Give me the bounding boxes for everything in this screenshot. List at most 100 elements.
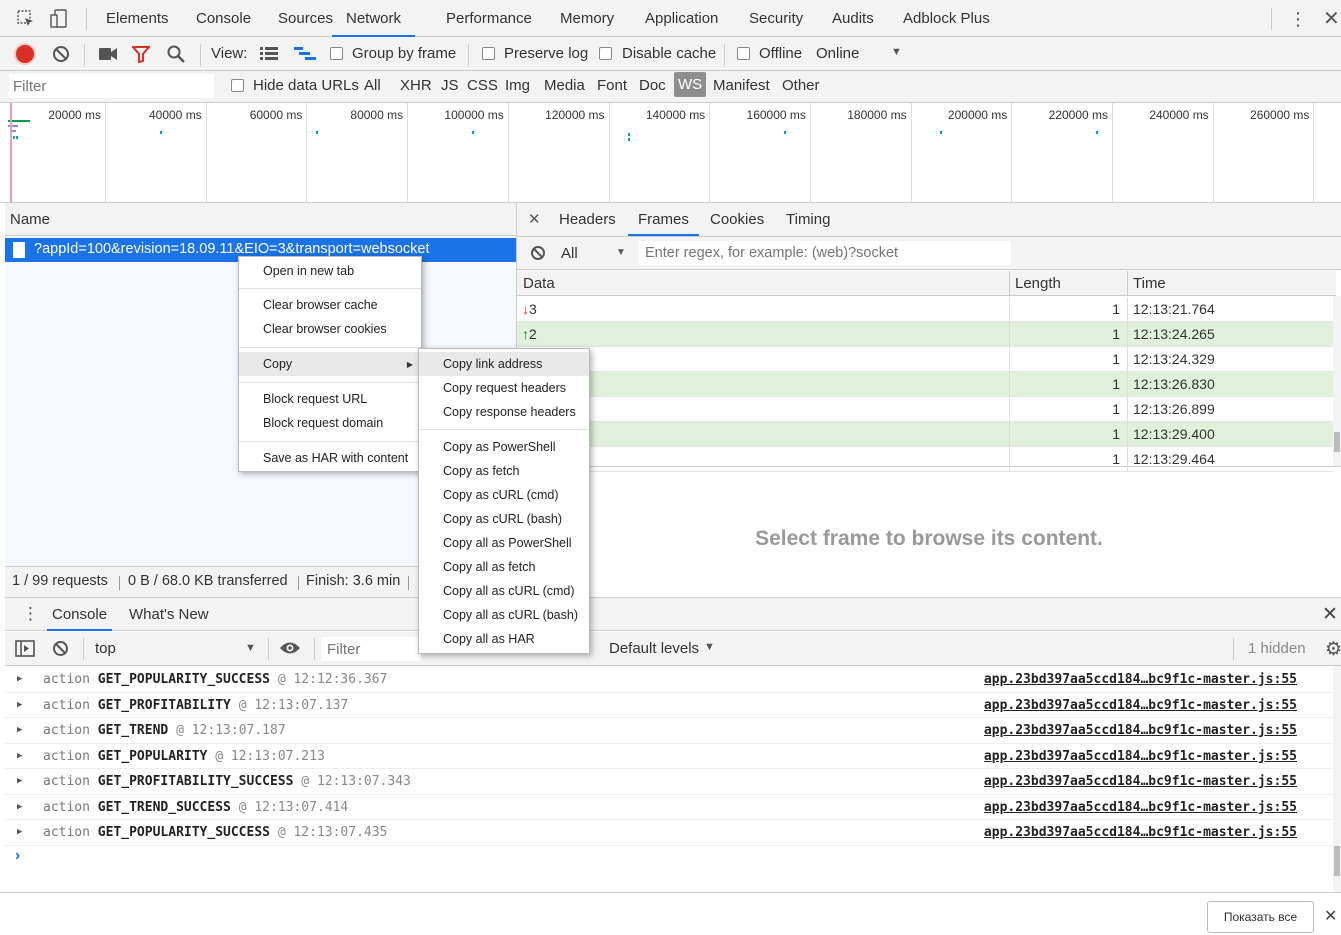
expand-triangle-icon[interactable]: ▶ [17,718,22,743]
source-link[interactable]: app.23bd397aa5ccd184…bc9f1c-master.js:55 [984,693,1297,718]
col-length[interactable]: Length [1015,275,1061,292]
filter-input[interactable] [9,74,214,98]
submenu-item-copy-all-as-fetch[interactable]: Copy all as fetch [419,555,589,579]
expand-triangle-icon[interactable]: ▶ [17,769,22,794]
chevron-down-icon[interactable]: ▼ [891,46,902,58]
console-message[interactable]: ▶ action GET_TREND_SUCCESS @ 12:13:07.414… [5,795,1335,820]
menu-item-block-request-domain[interactable]: Block request domain [239,411,421,435]
levels-chevron-icon[interactable]: ▼ [704,641,715,653]
tab-cookies[interactable]: Cookies [710,203,764,236]
context-chevron-icon[interactable]: ▼ [245,642,256,654]
frame-row[interactable]: 1 12:13:26.899 [517,397,1333,422]
large-rows-icon[interactable] [260,47,278,64]
source-link[interactable]: app.23bd397aa5ccd184…bc9f1c-master.js:55 [984,795,1297,820]
console-scrollbar[interactable] [1333,666,1341,892]
device-toolbar-icon[interactable] [50,9,68,31]
frames-type-select[interactable]: All [561,245,578,262]
type-filter-xhr[interactable]: XHR [400,77,432,94]
type-filter-media[interactable]: Media [544,77,585,94]
menu-item-block-request-url[interactable]: Block request URL [239,387,421,411]
tab-timing[interactable]: Timing [786,203,830,236]
close-drawer-icon[interactable]: ✕ [1322,603,1338,626]
type-filter-js[interactable]: JS [441,77,459,94]
submenu-item-copy-request-headers[interactable]: Copy request headers [419,376,589,400]
tab-network[interactable]: Network [332,0,416,37]
console-message[interactable]: ▶ action GET_POPULARITY_SUCCESS @ 12:12:3… [5,667,1335,693]
expand-triangle-icon[interactable]: ▶ [17,693,22,718]
source-link[interactable]: app.23bd397aa5ccd184…bc9f1c-master.js:55 [984,667,1297,692]
menu-item-copy[interactable]: Copy [239,352,421,376]
type-filter-manifest[interactable]: Manifest [713,77,770,94]
console-message[interactable]: ▶ action GET_TREND @ 12:13:07.187 app.23bd… [5,718,1335,744]
console-settings-gear-icon[interactable]: ⚙ [1325,638,1341,661]
tab-adblock-plus[interactable]: Adblock Plus [903,0,990,37]
tab-application[interactable]: Application [645,0,718,37]
frames-scrollbar[interactable] [1333,296,1341,466]
name-column-header[interactable]: Name [5,203,517,236]
tab-sources[interactable]: Sources [278,0,333,37]
drawer-tab-whats-new[interactable]: What's New [129,598,209,631]
select-chevron-icon[interactable]: ▼ [616,247,626,258]
tab-security[interactable]: Security [749,0,803,37]
inspect-element-icon[interactable] [17,10,35,31]
context-select[interactable]: top [95,640,116,657]
waterfall-icon[interactable] [294,47,316,64]
drawer-tab-console[interactable]: Console [47,598,113,631]
tab-memory[interactable]: Memory [560,0,614,37]
menu-item-clear-browser-cache[interactable]: Clear browser cache [239,293,421,317]
tab-audits[interactable]: Audits [832,0,874,37]
console-filter-input[interactable] [321,637,421,661]
source-link[interactable]: app.23bd397aa5ccd184…bc9f1c-master.js:55 [984,744,1297,769]
submenu-item-copy-all-as-powershell[interactable]: Copy all as PowerShell [419,531,589,555]
close-downloads-icon[interactable]: ✕ [1324,906,1337,926]
log-levels-select[interactable]: Default levels [609,640,699,657]
console-message[interactable]: ▶ action GET_PROFITABILITY @ 12:13:07.137… [5,693,1335,718]
offline-checkbox[interactable] [737,47,750,60]
clear-console-icon[interactable] [52,640,69,660]
screenshot-camera-icon[interactable] [98,47,118,64]
record-button[interactable] [16,45,34,63]
clear-frames-icon[interactable] [530,245,546,264]
live-expression-eye-icon[interactable] [279,641,301,658]
tab-console[interactable]: Console [196,0,251,37]
expand-triangle-icon[interactable]: ▶ [17,795,22,820]
tab-headers[interactable]: Headers [559,203,616,236]
expand-triangle-icon[interactable]: ▶ [17,744,22,769]
type-filter-doc[interactable]: Doc [639,77,666,94]
console-message[interactable]: ▶ action GET_PROFITABILITY_SUCCESS @ 12:1… [5,769,1335,795]
submenu-item-copy-as-fetch[interactable]: Copy as fetch [419,459,589,483]
type-filter-css[interactable]: CSS [467,77,498,94]
frames-regex-input[interactable] [639,241,1011,265]
console-message[interactable]: ▶ action GET_POPULARITY_SUCCESS @ 12:13:0… [5,820,1335,846]
filter-funnel-icon[interactable] [130,46,152,66]
close-detail-icon[interactable]: ✕ [528,210,541,228]
expand-triangle-icon[interactable]: ▶ [17,667,22,692]
search-icon[interactable] [167,45,185,66]
tab-performance[interactable]: Performance [446,0,532,37]
clear-icon[interactable] [52,45,70,66]
submenu-item-copy-response-headers[interactable]: Copy response headers [419,400,589,424]
type-filter-img[interactable]: Img [505,77,530,94]
frame-row[interactable]: ↑2 1 12:13:24.265 [517,322,1333,347]
submenu-item-copy-as-powershell[interactable]: Copy as PowerShell [419,435,589,459]
source-link[interactable]: app.23bd397aa5ccd184…bc9f1c-master.js:55 [984,718,1297,743]
col-data[interactable]: Data [523,275,555,292]
source-link[interactable]: app.23bd397aa5ccd184…bc9f1c-master.js:55 [984,769,1297,794]
type-filter-all[interactable]: All [364,77,381,94]
more-menu-icon[interactable]: ⋮ [1289,8,1307,30]
console-message[interactable]: ▶ action GET_POPULARITY @ 12:13:07.213 app… [5,744,1335,769]
frame-row[interactable]: 1 12:13:29.400 [517,422,1333,447]
type-filter-font[interactable]: Font [597,77,627,94]
tab-elements[interactable]: Elements [106,0,169,37]
col-time[interactable]: Time [1133,275,1166,292]
frame-row[interactable]: ↓3 1 12:13:21.764 [517,297,1333,322]
submenu-item-copy-all-as-curl-bash[interactable]: Copy all as cURL (bash) [419,603,589,627]
submenu-item-copy-all-as-curl-cmd[interactable]: Copy all as cURL (cmd) [419,579,589,603]
submenu-item-copy-all-as-har[interactable]: Copy all as HAR [419,627,589,651]
throttling-select[interactable]: Online [816,45,859,62]
hide-data-urls-checkbox[interactable] [231,79,244,92]
submenu-item-copy-as-curl-cmd[interactable]: Copy as cURL (cmd) [419,483,589,507]
close-devtools-icon[interactable]: ✕ [1323,8,1340,30]
menu-item-clear-browser-cookies[interactable]: Clear browser cookies [239,317,421,341]
expand-triangle-icon[interactable]: ▶ [17,820,22,845]
